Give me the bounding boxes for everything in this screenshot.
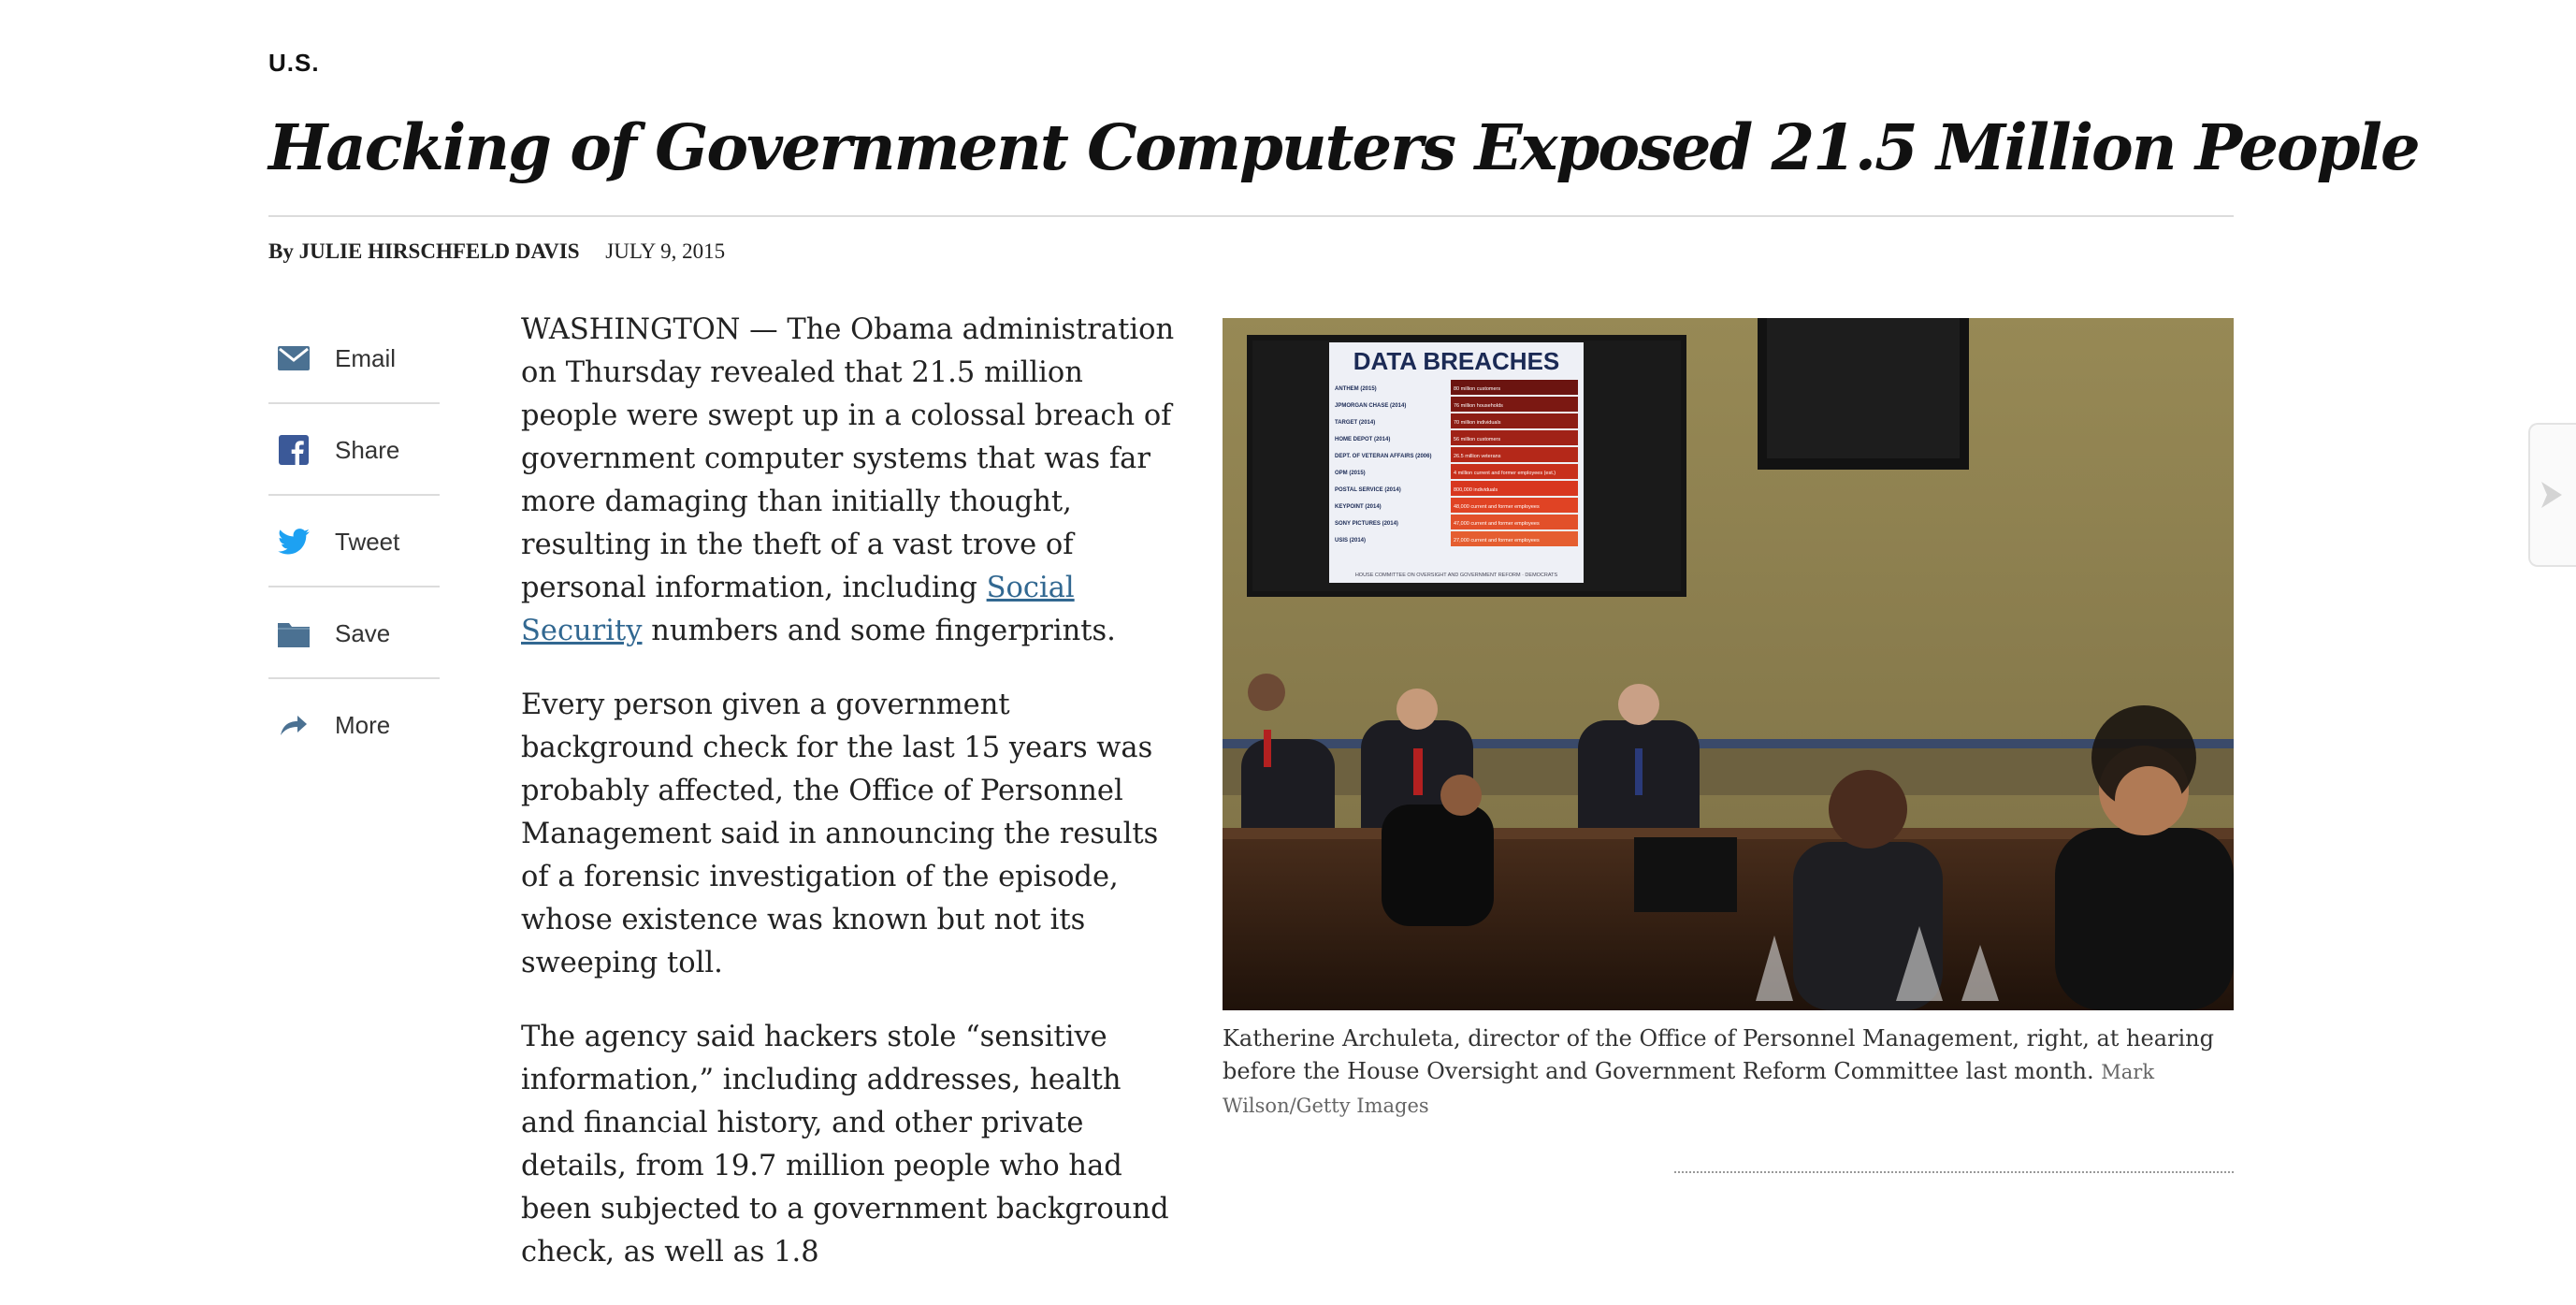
next-article-tab[interactable] bbox=[2528, 423, 2576, 567]
dotted-divider bbox=[1674, 1171, 2234, 1173]
breach-row-name: TARGET (2014) bbox=[1335, 420, 1375, 426]
breach-row-name: USIS (2014) bbox=[1335, 538, 1366, 544]
byline-prefix: By bbox=[268, 239, 294, 263]
paragraph-1-text-b: numbers and some fingerprints. bbox=[642, 615, 1116, 647]
breach-row-name: KEYPOINT (2014) bbox=[1335, 504, 1382, 510]
hearing-photo: DATA BREACHES ANTHEM (2015) 80 million cu… bbox=[1223, 318, 2234, 1010]
paragraph-1-text-a: WASHINGTON — The Obama administration on… bbox=[521, 313, 1175, 604]
article-body: WASHINGTON — The Obama administration on… bbox=[521, 309, 1176, 1305]
header-divider bbox=[268, 215, 2234, 217]
share-save-label: Save bbox=[335, 618, 391, 647]
breach-row-name: ANTHEM (2015) bbox=[1335, 386, 1377, 392]
article-paragraph-2: Every person given a government backgrou… bbox=[521, 689, 1159, 979]
breach-row-value: 76 million households bbox=[1454, 403, 1503, 409]
folder-icon bbox=[277, 616, 311, 650]
byline: By JULIE HIRSCHFELD DAVIS JULY 9, 2015 bbox=[268, 239, 725, 264]
article-paragraph-1: WASHINGTON — The Obama administration on… bbox=[521, 309, 1176, 653]
breach-row-value: 48,000 current and former employees bbox=[1454, 504, 1540, 510]
breach-row-value: 70 million individuals bbox=[1454, 420, 1501, 426]
breach-row-name: JPMORGAN CHASE (2014) bbox=[1335, 403, 1406, 409]
breach-row-name: HOME DEPOT (2014) bbox=[1335, 437, 1390, 442]
caption-text: Katherine Archuleta, director of the Off… bbox=[1223, 1025, 2214, 1084]
share-save-button[interactable]: Save bbox=[268, 589, 440, 679]
breach-row-value: 26.5 million veterans bbox=[1454, 454, 1501, 459]
breach-row-name: POSTAL SERVICE (2014) bbox=[1335, 487, 1401, 493]
share-twitter-label: Tweet bbox=[335, 527, 400, 556]
share-more-label: More bbox=[335, 710, 391, 739]
share-email-label: Email bbox=[335, 343, 397, 372]
breach-row-value: 56 million customers bbox=[1454, 437, 1500, 442]
breach-row-value: 80 million customers bbox=[1454, 386, 1500, 392]
headline: Hacking of Government Computers Exposed … bbox=[268, 110, 2421, 184]
breach-row-name: DEPT. OF VETERAN AFFAIRS (2006) bbox=[1335, 454, 1431, 459]
email-icon bbox=[277, 341, 311, 375]
photo-caption: Katherine Archuleta, director of the Off… bbox=[1223, 1022, 2242, 1123]
breach-row-value: 47,000 current and former employees bbox=[1454, 521, 1540, 527]
breach-row-name: SONY PICTURES (2014) bbox=[1335, 521, 1398, 527]
chevron-right-icon bbox=[2541, 482, 2562, 508]
breach-row-value: 27,000 current and former employees bbox=[1454, 538, 1540, 544]
screen-title: DATA BREACHES bbox=[1353, 347, 1560, 375]
share-facebook-button[interactable]: Share bbox=[268, 406, 440, 496]
share-tools: Email Share Tweet Save More bbox=[268, 314, 440, 771]
section-label[interactable]: U.S. bbox=[268, 49, 320, 78]
facebook-icon bbox=[277, 433, 311, 467]
share-facebook-label: Share bbox=[335, 435, 400, 464]
byline-date: JULY 9, 2015 bbox=[605, 239, 726, 263]
article-paragraph-3: The agency said hackers stole “sensitive… bbox=[521, 1021, 1169, 1269]
share-twitter-button[interactable]: Tweet bbox=[268, 498, 440, 587]
breach-row-value: 4 million current and former employees (… bbox=[1454, 471, 1556, 476]
screen-footer: HOUSE COMMITTEE ON OVERSIGHT AND GOVERNM… bbox=[1355, 573, 1558, 578]
share-email-button[interactable]: Email bbox=[268, 314, 440, 404]
breach-row-name: OPM (2015) bbox=[1335, 471, 1366, 476]
breach-row-value: 800,000 individuals bbox=[1454, 487, 1498, 493]
twitter-icon bbox=[277, 525, 311, 558]
byline-author[interactable]: JULIE HIRSCHFELD DAVIS bbox=[299, 239, 580, 263]
share-arrow-icon bbox=[277, 708, 311, 742]
share-more-button[interactable]: More bbox=[268, 681, 440, 769]
